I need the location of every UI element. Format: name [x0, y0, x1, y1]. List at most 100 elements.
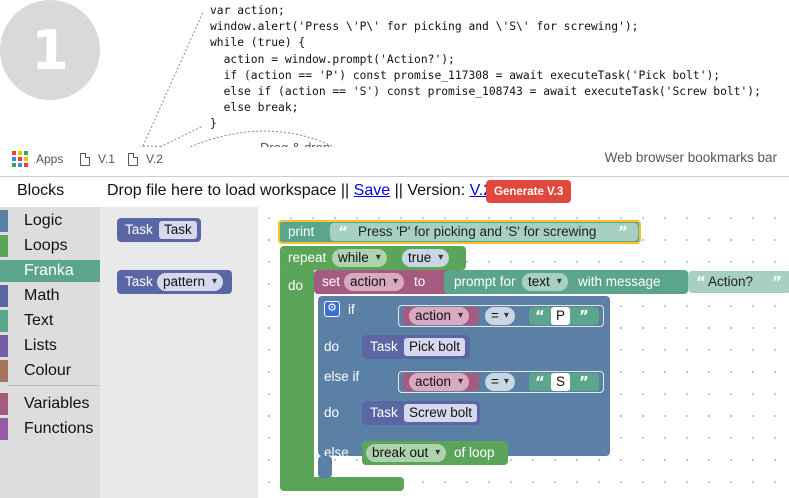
- code-line: }: [210, 117, 217, 131]
- pattern-dropdown[interactable]: pattern: [157, 273, 224, 291]
- prompt-type-dropdown[interactable]: text: [522, 273, 568, 291]
- repeat-mode-dropdown[interactable]: while: [332, 249, 387, 267]
- if-keyword: if: [348, 302, 355, 317]
- do-keyword: do: [288, 278, 304, 293]
- repeat-bottom: [280, 477, 404, 491]
- bookmark-v1[interactable]: V.1: [80, 147, 115, 171]
- prompt-keyword: prompt for: [454, 274, 516, 289]
- category-functions[interactable]: Functions: [0, 418, 100, 440]
- text-block[interactable]: “ Press 'P' for picking and 'S' for scre…: [330, 223, 638, 241]
- generate-button[interactable]: Generate V.3: [486, 180, 572, 203]
- blockly-workspace[interactable]: print “ Press 'P' for picking and 'S' fo…: [258, 207, 789, 498]
- category-swatch: [0, 210, 8, 232]
- task-screw-bolt-block[interactable]: Task Screw bolt: [362, 401, 480, 425]
- category-swatch: [0, 285, 8, 307]
- code-line: while (true) {: [210, 36, 306, 50]
- true-dropdown[interactable]: true: [402, 249, 450, 267]
- category-label: Franka: [24, 262, 74, 279]
- category-franka[interactable]: Franka: [0, 260, 100, 282]
- category-swatch: [0, 360, 8, 382]
- save-link[interactable]: Save: [354, 182, 390, 199]
- drop-text: Drop file here to load workspace ||: [107, 182, 354, 199]
- bookmark-v1-label: V.1: [98, 152, 115, 166]
- s-value[interactable]: S: [551, 373, 571, 391]
- block-label: Task: [125, 274, 153, 289]
- to-keyword: to: [414, 274, 426, 289]
- variable-dropdown[interactable]: action: [409, 307, 470, 325]
- block-label: Task: [125, 222, 153, 237]
- task-pick-bolt-block[interactable]: Task Pick bolt: [362, 335, 470, 359]
- category-label: Text: [24, 312, 54, 329]
- break-out-block[interactable]: break out of loop: [362, 441, 508, 465]
- p-text-block[interactable]: “ P ”: [529, 307, 599, 325]
- open-quote: “: [696, 273, 706, 291]
- print-block[interactable]: print “ Press 'P' for picking and 'S' fo…: [278, 220, 641, 244]
- flyout-task-pattern-block[interactable]: Task pattern: [117, 270, 232, 294]
- category-label: Loops: [24, 237, 68, 254]
- close-quote: ”: [618, 223, 628, 241]
- variable-dropdown[interactable]: action: [409, 373, 470, 391]
- category-swatch: [0, 418, 8, 440]
- prompt-message: Action?: [708, 274, 754, 289]
- if-bottom: [318, 456, 332, 478]
- category-swatch: [0, 235, 8, 257]
- s-text-block[interactable]: “ S ”: [529, 373, 599, 391]
- compare-block-p[interactable]: action = “ P ”: [398, 305, 604, 327]
- else-if-keyword: else if: [324, 369, 360, 384]
- action-variable-block[interactable]: action: [403, 373, 479, 391]
- apps-grid-icon: [12, 151, 28, 167]
- do-keyword: do: [324, 405, 340, 420]
- set-variable-block[interactable]: set action to prompt for text with messa…: [314, 270, 688, 294]
- category-colour[interactable]: Colour: [0, 360, 100, 382]
- code-line: else if (action == 'S') const promise_10…: [210, 85, 761, 99]
- print-keyword: print: [288, 224, 315, 239]
- repeat-keyword: repeat: [288, 250, 327, 265]
- category-swatch: [0, 335, 8, 357]
- bookmark-v2[interactable]: V.2: [128, 147, 163, 171]
- code-line: var action;: [210, 4, 285, 17]
- gear-icon[interactable]: ⚙: [324, 301, 340, 317]
- do-keyword: do: [324, 339, 340, 354]
- flow-dropdown[interactable]: break out: [366, 444, 447, 462]
- flyout-task-block[interactable]: Task Task: [117, 218, 201, 242]
- task-keyword: Task: [370, 405, 398, 420]
- bookmarks-caption: Web browser bookmarks bar: [604, 150, 777, 165]
- prompt-block[interactable]: prompt for text with message: [444, 270, 688, 294]
- bookmarks-bar: Apps V.1 V.2 Web browser bookmarks bar: [0, 147, 789, 177]
- category-swatch: [0, 393, 8, 415]
- variable-dropdown[interactable]: action: [344, 273, 405, 291]
- category-logic[interactable]: Logic: [0, 210, 100, 232]
- action-variable-block[interactable]: action: [403, 307, 479, 325]
- category-variables[interactable]: Variables: [0, 393, 100, 415]
- operator-dropdown[interactable]: =: [485, 373, 515, 391]
- file-icon: [80, 152, 90, 166]
- code-line: else break;: [210, 101, 299, 115]
- p-value[interactable]: P: [551, 307, 571, 325]
- close-quote: ”: [579, 307, 589, 325]
- operator-dropdown[interactable]: =: [485, 307, 515, 325]
- category-text[interactable]: Text: [0, 310, 100, 332]
- task-field[interactable]: Task: [159, 221, 197, 239]
- blockly-toolbar: Blocks Drop file here to load workspace …: [0, 178, 789, 206]
- category-loops[interactable]: Loops: [0, 235, 100, 257]
- category-math[interactable]: Math: [0, 285, 100, 307]
- task-field[interactable]: Pick bolt: [404, 338, 466, 356]
- open-quote: “: [535, 307, 545, 325]
- bookmark-v2-label: V.2: [146, 152, 163, 166]
- category-panel: Logic Loops Franka Math Text Lists Colou…: [0, 207, 100, 498]
- drop-zone[interactable]: Drop file here to load workspace || Save…: [107, 182, 492, 200]
- step-number-badge: 1: [0, 0, 100, 100]
- apps-label: Apps: [36, 152, 64, 166]
- file-icon: [128, 152, 138, 166]
- open-quote: “: [535, 373, 545, 391]
- apps-bookmark[interactable]: Apps: [12, 147, 63, 171]
- print-text: Press 'P' for picking and 'S' for screwi…: [358, 224, 597, 239]
- task-keyword: Task: [370, 339, 398, 354]
- open-quote: “: [338, 223, 348, 241]
- message-text-block[interactable]: “ Action? ”: [688, 271, 789, 293]
- compare-block-s[interactable]: action = “ S ”: [398, 371, 604, 393]
- task-field[interactable]: Screw bolt: [404, 404, 478, 422]
- category-label: Colour: [24, 362, 72, 379]
- blocks-title: Blocks: [17, 182, 65, 199]
- category-lists[interactable]: Lists: [0, 335, 100, 357]
